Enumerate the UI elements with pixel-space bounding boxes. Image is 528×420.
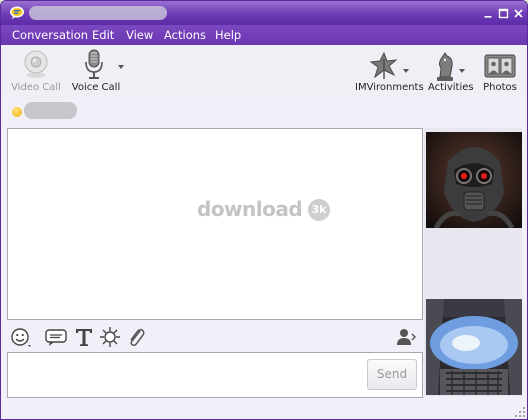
activities-label: Activities (428, 82, 474, 93)
messenger-window: Conversation Edit View Actions Help Vide… (0, 0, 528, 420)
smiley-icon[interactable] (10, 326, 32, 348)
video-call-button[interactable]: Video Call (11, 49, 61, 97)
contact-details-icon[interactable] (395, 326, 417, 348)
window-title-redacted (29, 6, 167, 20)
imvironments-label: IMVironments (355, 82, 424, 93)
menu-bar: Conversation Edit View Actions Help (1, 25, 527, 45)
resize-grip-icon[interactable] (515, 407, 525, 417)
microphone-icon (85, 49, 103, 79)
chess-knight-icon (437, 52, 453, 81)
conversation-history[interactable] (7, 128, 423, 320)
yahoo-messenger-icon (10, 6, 24, 19)
webcam-icon (24, 50, 48, 78)
menu-actions[interactable]: Actions (164, 28, 206, 42)
contact-display-image[interactable] (426, 132, 522, 228)
voice-call-button[interactable]: Voice Call (71, 49, 121, 97)
audibles-icon[interactable] (45, 326, 67, 348)
imvironments-dropdown-arrow[interactable] (403, 69, 409, 73)
video-call-label: Video Call (11, 82, 61, 93)
activities-dropdown-arrow[interactable] (459, 69, 465, 73)
contact-name-redacted[interactable] (24, 102, 77, 119)
photos-button[interactable]: Photos (479, 49, 521, 97)
message-input[interactable] (7, 352, 423, 398)
text-format-icon[interactable] (73, 326, 95, 348)
send-button[interactable]: Send (367, 359, 417, 390)
imvironments-icon (369, 51, 398, 79)
watermark-badge: 3k (308, 199, 330, 221)
photos-icon (484, 54, 516, 78)
title-bar (1, 1, 527, 25)
imvironments-button[interactable]: IMVironments (355, 49, 424, 97)
menu-help[interactable]: Help (215, 28, 241, 42)
activities-button[interactable]: Activities (428, 49, 474, 97)
formatting-toolbar (7, 322, 421, 350)
voice-call-label: Voice Call (71, 82, 121, 93)
menu-view[interactable]: View (126, 28, 153, 42)
menu-edit[interactable]: Edit (92, 28, 114, 42)
minimize-icon[interactable] (483, 8, 494, 19)
attachment-icon[interactable] (125, 326, 147, 348)
photos-label: Photos (483, 82, 517, 93)
watermark-text: download (197, 197, 303, 221)
my-display-image[interactable] (426, 299, 522, 395)
online-status-icon (12, 107, 22, 117)
toolbar: Video Call Voice Call IMVironments Activ… (1, 45, 527, 99)
maximize-icon[interactable] (498, 8, 509, 19)
menu-conversation[interactable]: Conversation (12, 28, 88, 42)
nudge-icon[interactable] (99, 326, 121, 348)
close-icon[interactable] (513, 8, 524, 19)
voice-call-dropdown-arrow[interactable] (118, 65, 124, 69)
